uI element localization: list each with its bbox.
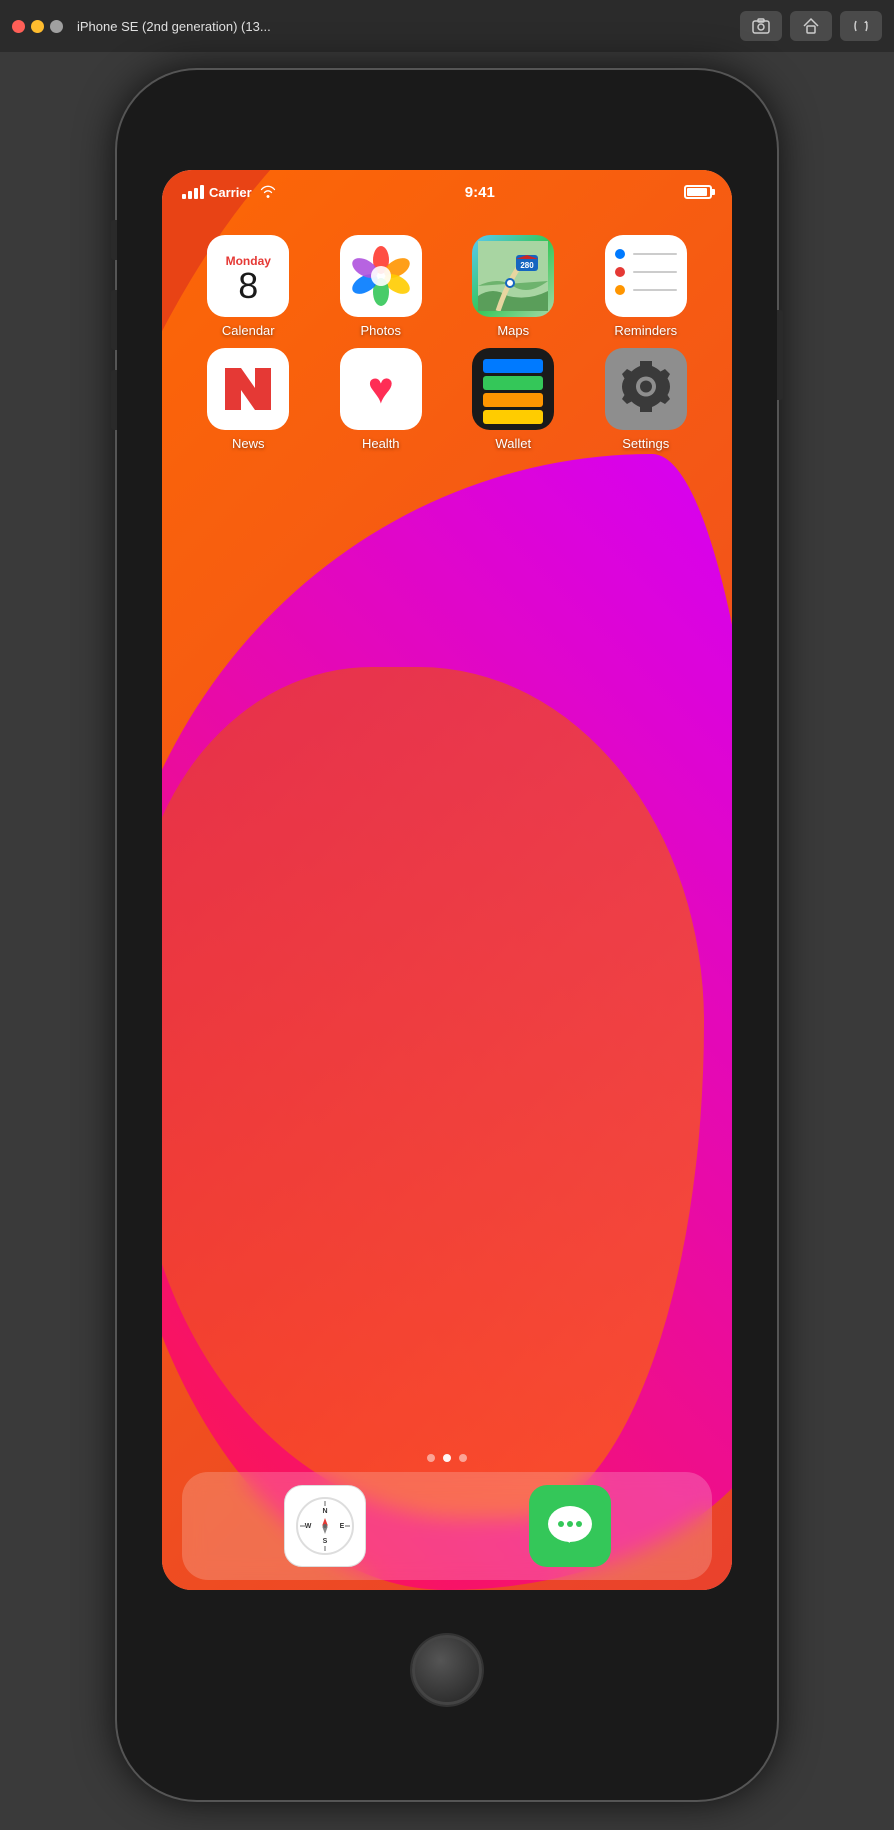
- reminder-line-3: [615, 285, 677, 295]
- health-label: Health: [362, 436, 400, 451]
- signal-bar-3: [194, 188, 198, 199]
- wallet-card-3: [483, 393, 543, 407]
- app-row-2: News ♥ Health: [182, 348, 712, 451]
- reminders-icon: [605, 235, 687, 317]
- health-heart-icon: ♥: [368, 364, 394, 414]
- status-bar: Carrier 9:41: [162, 170, 732, 214]
- power-button[interactable]: [777, 310, 783, 400]
- reminder-dot-1: [615, 249, 625, 259]
- carrier-label: Carrier: [209, 185, 252, 200]
- reminders-label: Reminders: [614, 323, 677, 338]
- status-time: 9:41: [465, 184, 495, 201]
- phone-shell: Carrier 9:41: [117, 70, 777, 1800]
- app-reminders[interactable]: Reminders: [591, 235, 701, 338]
- page-dot-2[interactable]: [443, 1454, 451, 1462]
- photos-icon: [340, 235, 422, 317]
- messages-dock-icon: [529, 1485, 611, 1567]
- news-label: News: [232, 436, 265, 451]
- reminder-dot-2: [615, 267, 625, 277]
- dock-messages[interactable]: [529, 1485, 611, 1567]
- health-icon: ♥: [340, 348, 422, 430]
- svg-text:W: W: [304, 1523, 311, 1530]
- app-wallet[interactable]: Wallet: [458, 348, 568, 451]
- svg-text:N: N: [322, 1508, 327, 1515]
- home-button[interactable]: [412, 1635, 482, 1705]
- app-row-1: Monday 8 Calendar: [182, 235, 712, 338]
- photos-flower-svg: [347, 242, 415, 310]
- calendar-icon: Monday 8: [207, 235, 289, 317]
- window-title: iPhone SE (2nd generation) (13...: [77, 19, 732, 34]
- maximize-button[interactable]: [50, 20, 63, 33]
- close-button[interactable]: [12, 20, 25, 33]
- battery-fill: [687, 188, 707, 196]
- reminder-dash-1: [633, 253, 677, 255]
- app-news[interactable]: News: [193, 348, 303, 451]
- phone-screen: Carrier 9:41: [162, 170, 732, 1590]
- volume-down-button[interactable]: [111, 370, 117, 430]
- maps-icon: 280: [472, 235, 554, 317]
- photos-label: Photos: [361, 323, 401, 338]
- app-calendar[interactable]: Monday 8 Calendar: [193, 235, 303, 338]
- svg-text:280: 280: [521, 261, 535, 270]
- settings-gear-svg: [614, 357, 678, 421]
- battery-indicator: [684, 185, 712, 199]
- wallet-icon: [472, 348, 554, 430]
- messages-svg: [535, 1491, 605, 1561]
- page-dot-3[interactable]: [459, 1454, 467, 1462]
- rotate-button[interactable]: [840, 11, 882, 41]
- maps-svg: 280: [478, 241, 548, 311]
- wallet-card-2: [483, 376, 543, 390]
- reminder-line-1: [615, 249, 677, 259]
- title-bar: iPhone SE (2nd generation) (13...: [0, 0, 894, 52]
- safari-svg: N S E W: [290, 1491, 360, 1561]
- app-settings[interactable]: Settings: [591, 348, 701, 451]
- minimize-button[interactable]: [31, 20, 44, 33]
- news-icon: [207, 348, 289, 430]
- home-toolbar-button[interactable]: [790, 11, 832, 41]
- reminder-dot-3: [615, 285, 625, 295]
- settings-label: Settings: [622, 436, 669, 451]
- signal-bar-2: [188, 191, 192, 199]
- wallet-card-4: [483, 410, 543, 424]
- wifi-icon: [260, 184, 276, 201]
- news-svg: [213, 354, 283, 424]
- settings-icon: [605, 348, 687, 430]
- mute-button[interactable]: [111, 220, 117, 260]
- wallet-cards: [483, 355, 543, 424]
- reminder-dash-3: [633, 289, 677, 291]
- calendar-date: 8: [238, 268, 258, 304]
- dock: N S E W: [182, 1472, 712, 1580]
- toolbar-buttons: [740, 11, 882, 41]
- app-grid: Monday 8 Calendar: [162, 225, 732, 471]
- reminder-line-2: [615, 267, 677, 277]
- page-dots: [162, 1454, 732, 1462]
- home-button-area: [117, 1590, 777, 1750]
- calendar-label: Calendar: [222, 323, 275, 338]
- wallet-card-1: [483, 359, 543, 373]
- status-left: Carrier: [182, 184, 276, 201]
- maps-label: Maps: [497, 323, 529, 338]
- signal-bars: [182, 185, 204, 199]
- status-right: [684, 185, 712, 199]
- app-maps[interactable]: 280 Maps: [458, 235, 568, 338]
- svg-text:E: E: [339, 1523, 344, 1530]
- app-photos[interactable]: Photos: [326, 235, 436, 338]
- dock-safari[interactable]: N S E W: [284, 1485, 366, 1567]
- page-dot-1[interactable]: [427, 1454, 435, 1462]
- safari-dock-icon: N S E W: [284, 1485, 366, 1567]
- reminder-dash-2: [633, 271, 677, 273]
- volume-up-button[interactable]: [111, 290, 117, 350]
- svg-text:S: S: [322, 1538, 327, 1545]
- app-health[interactable]: ♥ Health: [326, 348, 436, 451]
- signal-bar-4: [200, 185, 204, 199]
- signal-bar-1: [182, 194, 186, 199]
- wallet-label: Wallet: [495, 436, 531, 451]
- screenshot-button[interactable]: [740, 11, 782, 41]
- traffic-lights: [12, 20, 63, 33]
